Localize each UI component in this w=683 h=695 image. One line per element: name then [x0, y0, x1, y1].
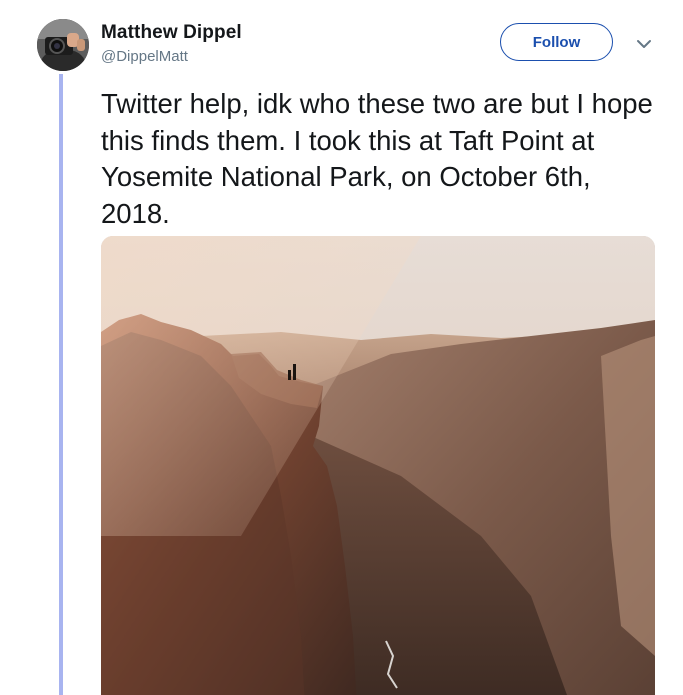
chevron-down-icon[interactable] — [633, 34, 655, 54]
yosemite-cliff-photo — [101, 236, 655, 695]
avatar[interactable] — [37, 19, 89, 71]
tweet-card: Matthew Dippel @DippelMatt Follow Twitte… — [0, 0, 683, 695]
user-handle[interactable]: @DippelMatt — [101, 48, 188, 65]
display-name[interactable]: Matthew Dippel — [101, 22, 242, 44]
tweet-text: Twitter help, idk who these two are but … — [101, 88, 653, 229]
follow-button[interactable]: Follow — [500, 23, 613, 61]
tweet-photo[interactable] — [101, 236, 655, 695]
camera-photographer-avatar-icon — [37, 19, 89, 71]
thread-line — [59, 74, 63, 695]
